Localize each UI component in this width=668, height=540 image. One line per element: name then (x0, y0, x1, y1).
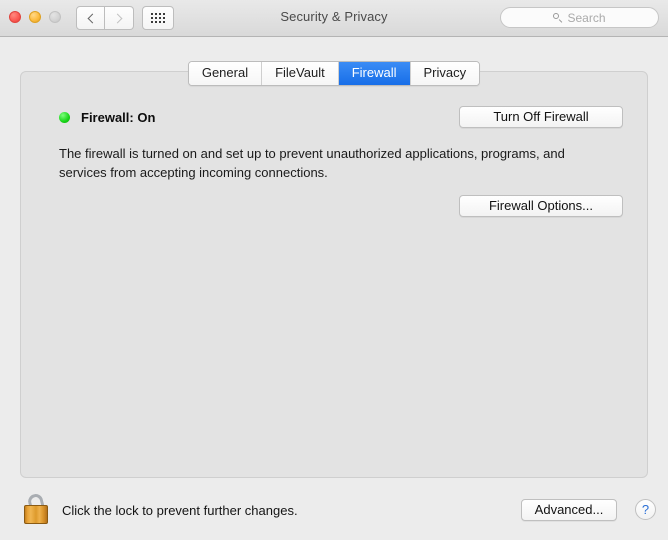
tab-privacy[interactable]: Privacy (411, 62, 480, 85)
search-icon (553, 13, 563, 23)
window-footer: Click the lock to prevent further change… (0, 478, 668, 540)
tab-general[interactable]: General (189, 62, 262, 85)
status-indicator-dot (59, 112, 70, 123)
help-button[interactable]: ? (635, 499, 656, 520)
padlock-body-icon (24, 505, 48, 524)
advanced-button[interactable]: Advanced... (521, 499, 617, 521)
window-toolbar: Security & Privacy Search (0, 0, 668, 37)
firewall-description: The firewall is turned on and set up to … (59, 144, 589, 182)
lock-button[interactable] (21, 488, 55, 528)
firewall-options-button[interactable]: Firewall Options... (459, 195, 623, 217)
tab-firewall[interactable]: Firewall (339, 62, 411, 85)
turn-off-firewall-button[interactable]: Turn Off Firewall (459, 106, 623, 128)
search-placeholder: Search (567, 11, 605, 25)
preference-tabs: General FileVault Firewall Privacy (0, 61, 668, 86)
tab-segmented-control: General FileVault Firewall Privacy (188, 61, 480, 86)
firewall-status: Firewall: On (59, 110, 155, 125)
security-privacy-window: Security & Privacy Search Firewall: On T… (0, 0, 668, 540)
lock-caption: Click the lock to prevent further change… (62, 503, 298, 518)
firewall-status-label: Firewall: On (81, 110, 155, 125)
search-field[interactable]: Search (500, 7, 659, 28)
firewall-panel: Firewall: On Turn Off Firewall The firew… (20, 71, 648, 478)
tab-filevault[interactable]: FileVault (262, 62, 339, 85)
